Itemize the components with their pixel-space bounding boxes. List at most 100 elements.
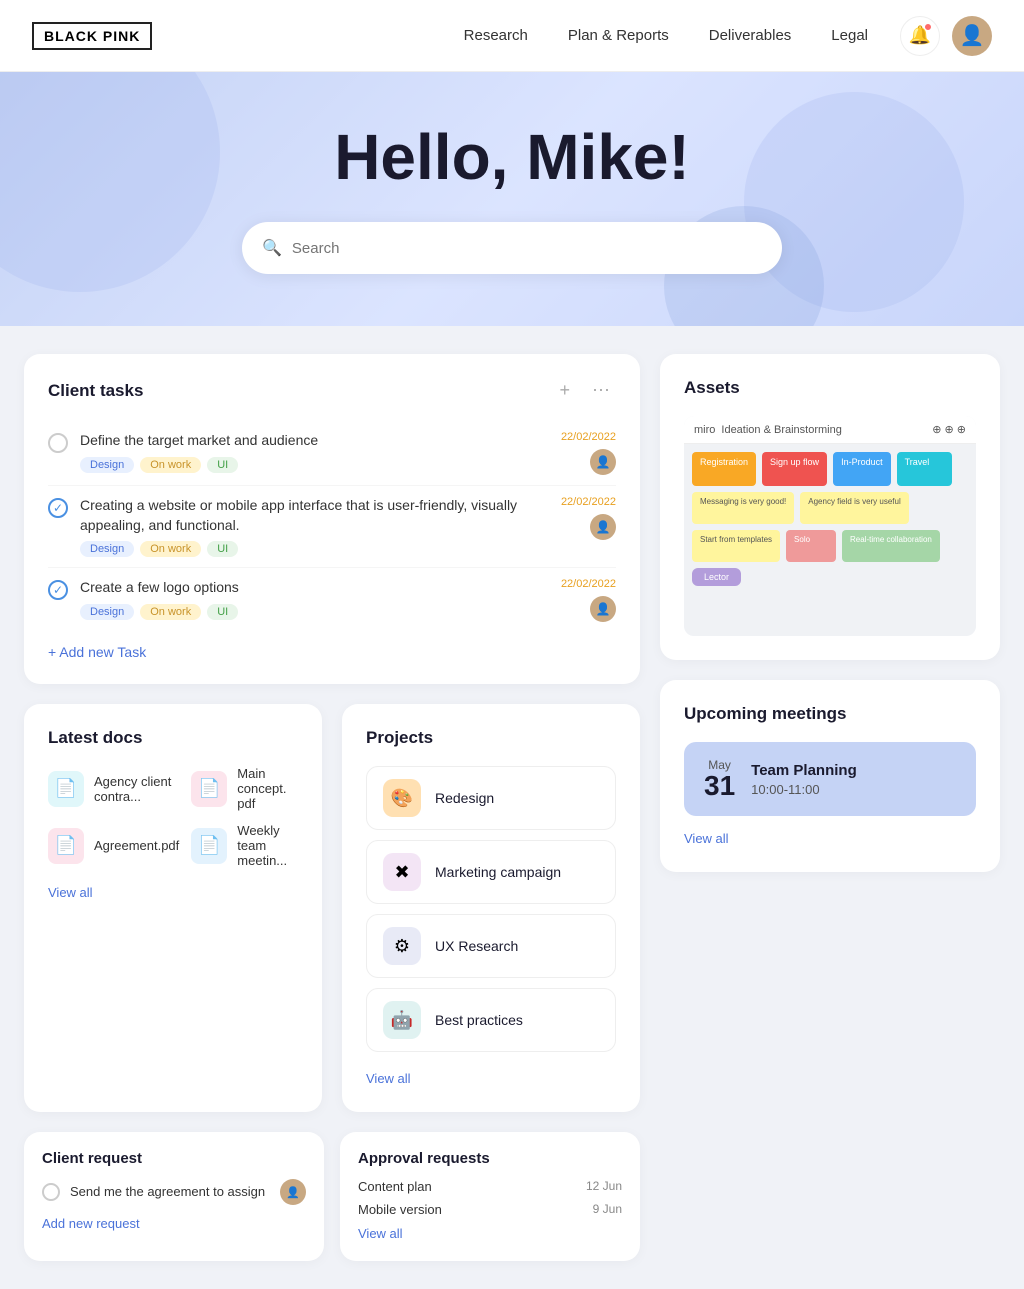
search-icon: 🔍 [262, 238, 282, 258]
list-item[interactable]: 📄 Agreement.pdf [48, 823, 179, 868]
bottom-row: Latest docs 📄 Agency client contra... 📄 … [24, 704, 640, 1112]
add-task-button[interactable]: + Add new Task [48, 644, 146, 660]
task-tags-3: Design On work UI [80, 604, 549, 620]
latest-docs-header: Latest docs [48, 728, 298, 748]
notification-badge [924, 23, 932, 31]
task-text-3: Create a few logo options [80, 578, 549, 598]
latest-docs-card: Latest docs 📄 Agency client contra... 📄 … [24, 704, 322, 1112]
card-header: Client tasks + ⋯ [48, 378, 616, 403]
user-avatar[interactable]: 👤 [952, 16, 992, 56]
miro-canvas: Registration Sign up flow In-Product Tra… [684, 444, 976, 594]
projects-header: Projects [366, 728, 616, 748]
approval-requests-card: Approval requests Content plan 12 Jun Mo… [340, 1132, 640, 1261]
task-meta-2: 22/02/2022 👤 [561, 496, 616, 540]
sticky-note-3: Start from templates [692, 530, 780, 562]
request-checkbox[interactable] [42, 1183, 60, 1201]
table-row: ✓ Create a few logo options Design On wo… [48, 568, 616, 632]
decorative-blob-1 [0, 72, 220, 292]
list-item: Mobile version 9 Jun [358, 1202, 622, 1217]
search-bar[interactable]: 🔍 [242, 222, 782, 274]
projects-view-all-button[interactable]: View all [366, 1071, 411, 1086]
search-input[interactable] [292, 240, 762, 257]
right-column: Assets miro Ideation & Brainstorming ⊕ ⊕… [660, 354, 1000, 1261]
approval-name-2: Mobile version [358, 1202, 442, 1217]
doc-name-2: Main concept. pdf [237, 766, 298, 811]
task-meta-3: 22/02/2022 👤 [561, 578, 616, 622]
approval-view-all-button[interactable]: View all [358, 1226, 403, 1241]
navbar: BLACK PINK Research Plan & Reports Deliv… [0, 0, 1024, 72]
docs-view-all-button[interactable]: View all [48, 885, 93, 900]
list-item[interactable]: ✖ Marketing campaign [366, 840, 616, 904]
sticky-travel: Travel [897, 452, 952, 486]
meetings-view-all-button[interactable]: View all [684, 831, 729, 846]
projects-card: Projects 🎨 Redesign ✖ Marketing campaign… [342, 704, 640, 1112]
project-icon-marketing: ✖ [383, 853, 421, 891]
notification-button[interactable]: 🔔 [900, 16, 940, 56]
task-date-2: 22/02/2022 [561, 496, 616, 508]
project-name-redesign: Redesign [435, 790, 494, 806]
task-checkbox-3[interactable]: ✓ [48, 580, 68, 600]
task-checkbox-1[interactable] [48, 433, 68, 453]
tag-design: Design [80, 457, 134, 473]
meetings-title: Upcoming meetings [684, 704, 976, 724]
add-task-icon-btn[interactable]: + [553, 378, 576, 403]
more-options-btn[interactable]: ⋯ [586, 378, 616, 403]
sticky-collab: Real-time collaboration [842, 530, 940, 562]
approval-date-2: 9 Jun [593, 1202, 622, 1217]
greeting-title: Hello, Mike! [334, 120, 690, 194]
request-item: Send me the agreement to assign 👤 [42, 1179, 306, 1205]
doc-name-1: Agency client contra... [94, 774, 179, 804]
list-item[interactable]: 🤖 Best practices [366, 988, 616, 1052]
nav-deliverables[interactable]: Deliverables [709, 27, 792, 44]
approval-requests-title: Approval requests [358, 1150, 622, 1167]
miro-board[interactable]: miro Ideation & Brainstorming ⊕ ⊕ ⊕ Regi… [684, 416, 976, 636]
tag-design-3: Design [80, 604, 134, 620]
sticky-note-2: Agency field is very useful [800, 492, 909, 524]
nav-legal[interactable]: Legal [831, 27, 868, 44]
task-tags-1: Design On work UI [80, 457, 549, 473]
doc-name-3: Agreement.pdf [94, 838, 179, 853]
table-row: Define the target market and audience De… [48, 421, 616, 486]
tag-onwork: On work [140, 457, 201, 473]
bottom-small-cards: Client request Send me the agreement to … [24, 1132, 640, 1261]
client-request-title: Client request [42, 1150, 306, 1167]
assets-card: Assets miro Ideation & Brainstorming ⊕ ⊕… [660, 354, 1000, 660]
table-row: ✓ Creating a website or mobile app inter… [48, 486, 616, 568]
meeting-item[interactable]: May 31 Team Planning 10:00-11:00 [684, 742, 976, 816]
doc-name-4: Weekly team meetin... [237, 823, 298, 868]
list-item[interactable]: 📄 Weekly team meetin... [191, 823, 298, 868]
upcoming-meetings-card: Upcoming meetings May 31 Team Planning 1… [660, 680, 1000, 872]
nav-links: Research Plan & Reports Deliverables Leg… [464, 27, 868, 44]
client-request-card: Client request Send me the agreement to … [24, 1132, 324, 1261]
hero-section: Hello, Mike! 🔍 [0, 72, 1024, 326]
docs-grid: 📄 Agency client contra... 📄 Main concept… [48, 766, 298, 868]
meetings-header: Upcoming meetings [684, 704, 976, 724]
task-date-3: 22/02/2022 [561, 578, 616, 590]
nav-plan-reports[interactable]: Plan & Reports [568, 27, 669, 44]
add-request-button[interactable]: Add new request [42, 1216, 140, 1231]
task-checkbox-2[interactable]: ✓ [48, 498, 68, 518]
task-date-1: 22/02/2022 [561, 431, 616, 443]
tag-ui-2: UI [207, 541, 238, 557]
meeting-day: 31 [704, 772, 735, 800]
list-item[interactable]: ⚙ UX Research [366, 914, 616, 978]
doc-icon-1: 📄 [48, 771, 84, 807]
project-list: 🎨 Redesign ✖ Marketing campaign ⚙ UX Res… [366, 766, 616, 1052]
doc-icon-3: 📄 [48, 828, 84, 864]
list-item[interactable]: 📄 Main concept. pdf [191, 766, 298, 811]
assets-preview[interactable]: miro Ideation & Brainstorming ⊕ ⊕ ⊕ Regi… [684, 416, 976, 636]
list-item[interactable]: 🎨 Redesign [366, 766, 616, 830]
doc-icon-4: 📄 [191, 828, 227, 864]
logo[interactable]: BLACK PINK [32, 22, 152, 50]
request-avatar: 👤 [280, 1179, 306, 1205]
miro-label: miro [694, 424, 715, 436]
nav-research[interactable]: Research [464, 27, 528, 44]
list-item[interactable]: 📄 Agency client contra... [48, 766, 179, 811]
task-avatar-2: 👤 [590, 514, 616, 540]
sticky-note-1: Messaging is very good! [692, 492, 794, 524]
miro-actions: ⊕ ⊕ ⊕ [932, 423, 966, 436]
approval-name-1: Content plan [358, 1179, 432, 1194]
assets-title: Assets [684, 378, 976, 398]
task-meta-1: 22/02/2022 👤 [561, 431, 616, 475]
projects-title: Projects [366, 728, 616, 748]
